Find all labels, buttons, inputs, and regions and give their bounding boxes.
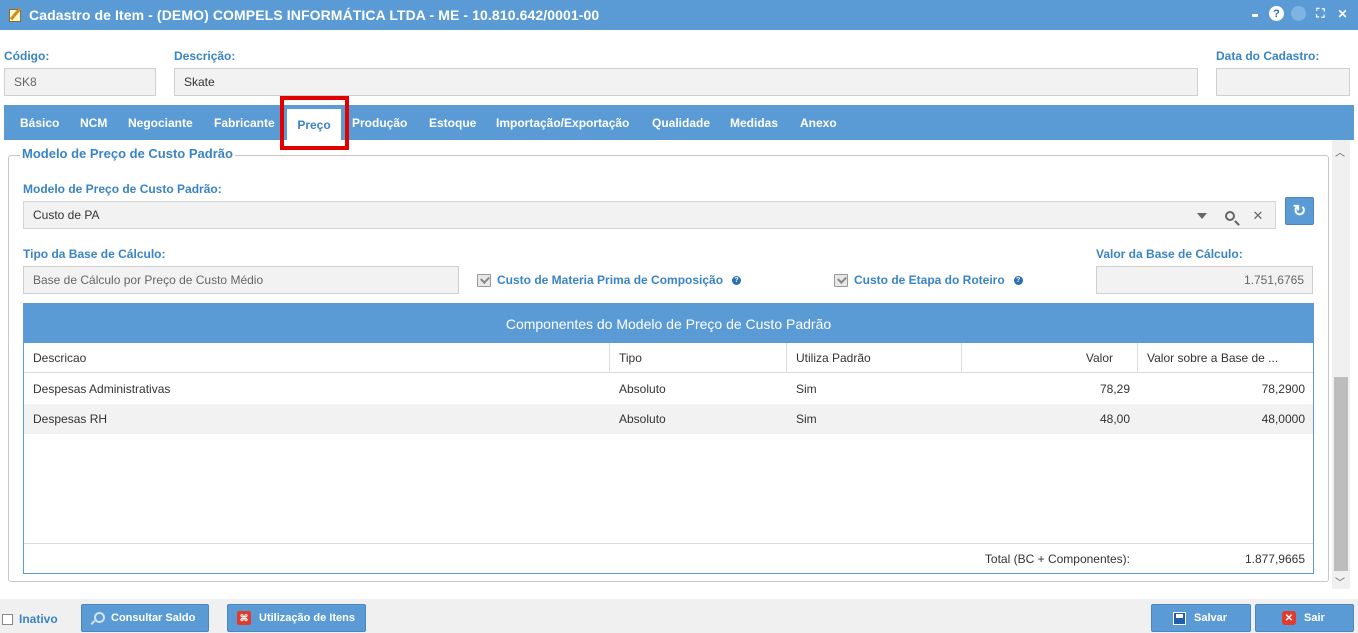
consultar-saldo-label: Consultar Saldo (111, 612, 196, 624)
salvar-button[interactable]: Salvar (1151, 604, 1251, 632)
column-header-utiliza-padrao[interactable]: Utiliza Padrão (787, 343, 962, 373)
checkbox-icon (477, 273, 491, 287)
grid-caption: Componentes do Modelo de Preço de Custo … (24, 304, 1313, 343)
data-cadastro-label: Data do Cadastro: (1216, 49, 1320, 63)
refresh-button[interactable]: ↻ (1285, 197, 1314, 225)
modelo-label: Modelo de Preço de Custo Padrão: (23, 182, 222, 196)
tab-preco[interactable]: Preço (287, 109, 341, 140)
consultar-saldo-button[interactable]: Consultar Saldo (81, 604, 209, 632)
grid-header: Descricao Tipo Utiliza Padrão Valor Valo… (24, 343, 1313, 373)
table-row[interactable]: Despesas Administrativas Absoluto Sim 78… (24, 374, 1313, 404)
column-header-tipo[interactable]: Tipo (610, 343, 787, 373)
tab-medidas[interactable]: Medidas (730, 105, 778, 140)
sair-button[interactable]: ✕ Sair (1255, 604, 1354, 632)
save-icon (1173, 611, 1186, 625)
tipo-base-label: Tipo da Base de Cálculo: (23, 247, 166, 261)
tab-estoque[interactable]: Estoque (429, 105, 476, 140)
chevron-down-icon[interactable] (1193, 207, 1211, 225)
valor-base-field[interactable]: 1.751,6765 (1096, 266, 1313, 294)
fieldset-legend: Modelo de Preço de Custo Padrão (20, 146, 235, 161)
tab-negociante[interactable]: Negociante (128, 105, 193, 140)
refresh-icon: ↻ (1292, 203, 1307, 220)
table-row[interactable]: Despesas RH Absoluto Sim 48,00 48,0000 (24, 404, 1313, 434)
etapa-roteiro-checkbox[interactable]: Custo de Etapa do Roteiro ? (834, 273, 1023, 287)
tipo-base-field[interactable]: Base de Cálculo por Preço de Custo Médio (23, 266, 459, 294)
pdf-icon: ⌘ (237, 611, 251, 625)
scroll-up-icon[interactable]: ︿ (1335, 144, 1345, 159)
tab-fabricante[interactable]: Fabricante (214, 105, 275, 140)
tab-bar: Básico NCM Negociante Fabricante Preço P… (4, 105, 1354, 140)
total-value: 1.877,9665 (1244, 552, 1305, 566)
edit-doc-icon (9, 8, 21, 22)
components-grid: Componentes do Modelo de Preço de Custo … (23, 303, 1314, 574)
vertical-scrollbar[interactable]: ︿ ﹀ (1332, 140, 1350, 589)
minimize-button[interactable] (1247, 6, 1262, 21)
grid-footer: Total (BC + Componentes): 1.877,9665 (24, 543, 1313, 573)
close-icon[interactable]: ✕ (1335, 6, 1350, 21)
tab-ncm[interactable]: NCM (80, 105, 107, 140)
etapa-roteiro-label: Custo de Etapa do Roteiro (854, 273, 1005, 287)
help-icon[interactable]: ? (1013, 275, 1023, 285)
utilizacao-itens-button[interactable]: ⌘ Utilização de Itens (227, 604, 366, 632)
checkbox-icon (2, 613, 13, 625)
inativo-label: Inativo (19, 612, 58, 626)
cell-valor-base: 78,2900 (1261, 382, 1305, 396)
tab-producao[interactable]: Produção (352, 105, 407, 140)
cell-tipo: Absoluto (619, 412, 666, 426)
materia-prima-label: Custo de Materia Prima de Composição (497, 273, 724, 287)
clear-icon[interactable]: ✕ (1249, 207, 1267, 225)
scroll-down-icon[interactable]: ﹀ (1335, 574, 1345, 589)
column-header-valor[interactable]: Valor (962, 343, 1138, 373)
codigo-label: Código: (4, 49, 50, 63)
tab-qualidade[interactable]: Qualidade (652, 105, 710, 140)
title-bar: Cadastro de Item - (DEMO) COMPELS INFORM… (0, 0, 1358, 30)
cell-valor: 78,29 (1099, 382, 1130, 396)
help-icon[interactable]: ? (732, 275, 742, 285)
tab-basico[interactable]: Básico (20, 105, 59, 140)
column-header-valor-base[interactable]: Valor sobre a Base de ... (1138, 343, 1313, 373)
checkbox-icon (834, 273, 848, 287)
modelo-value: Custo de PA (33, 208, 100, 222)
cell-descricao: Despesas Administrativas (33, 382, 171, 396)
cell-valor: 48,00 (1099, 412, 1130, 426)
modelo-combobox[interactable]: Custo de PA ✕ (23, 201, 1276, 229)
total-label: Total (BC + Componentes): (984, 552, 1130, 566)
valor-base-label: Valor da Base de Cálculo: (1096, 247, 1243, 261)
magnifier-icon (91, 612, 105, 624)
window-controls: ? ⛶ ✕ (1247, 6, 1350, 21)
salvar-label: Salvar (1194, 612, 1228, 624)
tab-importacao-exportacao[interactable]: Importação/Exportação (496, 105, 629, 140)
descricao-field[interactable]: Skate (174, 68, 1198, 96)
sair-label: Sair (1304, 612, 1325, 624)
materia-prima-checkbox[interactable]: Custo de Materia Prima de Composição ? (477, 273, 742, 287)
inativo-checkbox[interactable]: Inativo (2, 612, 58, 626)
codigo-field[interactable]: SK8 (4, 68, 156, 96)
settings-icon[interactable] (1291, 6, 1306, 21)
cell-utiliza-padrao: Sim (796, 412, 817, 426)
cell-tipo: Absoluto (619, 382, 666, 396)
descricao-label: Descrição: (174, 49, 236, 63)
window-title: Cadastro de Item - (DEMO) COMPELS INFORM… (29, 7, 600, 23)
fullscreen-icon[interactable]: ⛶ (1313, 6, 1328, 21)
cell-valor-base: 48,0000 (1261, 412, 1305, 426)
column-header-descricao[interactable]: Descricao (24, 343, 610, 373)
tab-anexo[interactable]: Anexo (800, 105, 837, 140)
search-icon[interactable] (1221, 207, 1239, 225)
data-cadastro-field[interactable] (1216, 68, 1350, 96)
help-icon[interactable]: ? (1269, 6, 1284, 21)
utilizacao-itens-label: Utilização de Itens (259, 612, 355, 624)
cell-utiliza-padrao: Sim (796, 382, 817, 396)
scrollbar-thumb[interactable] (1334, 377, 1348, 571)
cell-descricao: Despesas RH (33, 412, 108, 426)
exit-icon: ✕ (1282, 611, 1296, 625)
